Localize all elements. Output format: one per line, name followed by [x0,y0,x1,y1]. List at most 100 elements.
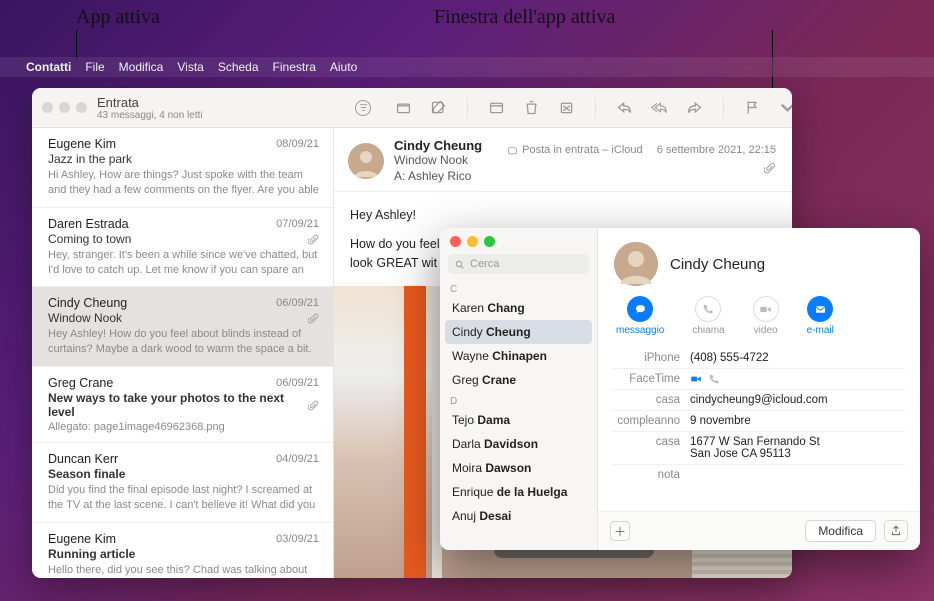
contact-list-item[interactable]: Greg Crane [440,368,597,392]
message-sender: Greg Crane [48,376,113,390]
field-label: nota [612,469,690,481]
reader-folder: Posta in entrata – iCloud [522,144,642,156]
message-subject: Running article [48,547,135,561]
message-subject: Jazz in the park [48,152,132,166]
share-button[interactable] [884,520,908,542]
attachment-icon[interactable] [764,162,776,174]
menu-modifica[interactable]: Modifica [119,60,164,74]
mail-inbox-subtitle: 43 messaggi, 4 non letti [97,110,203,121]
contact-list-item[interactable]: Enrique de la Huelga [440,480,597,504]
junk-icon[interactable] [558,99,575,116]
message-date: 08/09/21 [276,138,319,150]
callout-line-1 [76,30,77,60]
field-label: iPhone [612,352,690,364]
message-row[interactable]: Eugene Kim 03/09/21 Running article Hello t… [32,523,333,578]
message-sender: Eugene Kim [48,532,116,546]
contact-list-item[interactable]: Tejo Dama [440,408,597,432]
message-list[interactable]: Eugene Kim 08/09/21 Jazz in the park Hi Ash… [32,128,334,578]
window-minimize-icon[interactable] [59,102,70,113]
move-icon[interactable] [488,99,505,116]
message-row[interactable]: Eugene Kim08/09/21Jazz in the parkHi Ash… [32,128,333,208]
menu-vista[interactable]: Vista [177,60,203,74]
message-preview: Did you find the final episode last nigh… [48,483,319,513]
message-row[interactable]: Cindy Cheung 06/09/21 Window Nook Hey Ashle… [32,287,333,367]
mail-traffic-lights[interactable] [32,102,97,113]
message-sender: Duncan Kerr [48,452,118,466]
contact-field: compleanno9 novembre [612,411,906,432]
field-value: 9 novembre [690,415,751,427]
reader-to: Ashley Rico [408,169,471,183]
message-subject: Window Nook [48,311,122,325]
mail-inbox-title: Entrata [97,95,203,110]
contact-list-item[interactable]: Anuj Desai [440,504,597,528]
action-email[interactable]: e-mail [807,296,834,336]
message-preview: Hi Ashley, How are things? Just spoke wi… [48,168,319,198]
edit-button[interactable]: Modifica [805,520,876,542]
search-placeholder: Cerca [470,258,499,270]
reply-icon[interactable] [616,99,633,116]
window-minimize-icon[interactable] [467,236,478,247]
contacts-traffic-lights[interactable] [440,228,597,252]
contact-list-item[interactable]: Wayne Chinapen [440,344,597,368]
message-row[interactable]: Duncan Kerr04/09/21Season finaleDid you … [32,443,333,523]
callout-app-attiva: App attiva [76,6,160,29]
window-zoom-icon[interactable] [76,102,87,113]
message-date: 03/09/21 [276,533,319,545]
inbox-icon [507,145,518,156]
message-sender: Daren Estrada [48,217,129,231]
contact-list-item[interactable]: Darla Davidson [440,432,597,456]
callout-finestra-attiva: Finestra dell'app attiva [434,6,615,29]
action-message[interactable]: messaggio [616,296,664,336]
window-close-icon[interactable] [42,102,53,113]
contact-field: iPhone(408) 555-4722 [612,348,906,369]
window-zoom-icon[interactable] [484,236,495,247]
reader-date: 6 settembre 2021, 22:15 [657,144,776,156]
message-preview: Hello there, did you see this? Chad was … [48,563,319,578]
filter-icon[interactable] [355,100,371,116]
contact-field: FaceTime [612,369,906,390]
message-date: 06/09/21 [276,377,319,389]
menu-scheda[interactable]: Scheda [218,60,259,74]
contact-list-item[interactable]: Moira Dawson [440,456,597,480]
action-video[interactable]: video [753,296,779,336]
contact-section-header: D [440,392,597,408]
field-value: (408) 555-4722 [690,352,769,364]
action-call[interactable]: chiama [692,296,724,336]
contact-field: nota [612,465,906,485]
menu-file[interactable]: File [85,60,104,74]
phone-icon [702,303,714,315]
field-label: compleanno [612,415,690,427]
field-label: casa [612,436,690,460]
reader-body-line1: Hey Ashley! [350,206,776,225]
add-contact-button[interactable]: ＋ [610,521,630,541]
message-row[interactable]: Daren Estrada07/09/21Coming to townHey, … [32,208,333,288]
field-value: cindycheung9@icloud.com [690,394,828,406]
contacts-search-input[interactable]: Cerca [448,254,589,274]
message-subject: New ways to take your photos to the next… [48,391,308,419]
contact-field: casa1677 W San Fernando StSan Jose CA 95… [612,432,906,465]
message-preview: Hey Ashley! How do you feel about blinds… [48,327,319,357]
message-date: 04/09/21 [276,453,319,465]
email-icon [814,303,827,316]
menu-app-name[interactable]: Contatti [26,60,71,74]
message-sender: Cindy Cheung [48,296,127,310]
compose-icon[interactable] [430,99,447,116]
window-close-icon[interactable] [450,236,461,247]
flag-menu-icon[interactable] [779,99,792,116]
share-icon [890,525,902,537]
message-subject: Coming to town [48,232,131,246]
forward-icon[interactable] [686,99,703,116]
contact-list-item[interactable]: Cindy Cheung [445,320,592,344]
menu-bar[interactable]: Contatti File Modifica Vista Scheda Fine… [0,57,934,77]
contact-list-item[interactable]: Karen Chang [440,296,597,320]
archive-icon[interactable] [395,99,412,116]
message-row[interactable]: Greg Crane 06/09/21 New ways to take your … [32,367,333,443]
reader-subject: Window Nook [394,153,482,167]
message-date: 06/09/21 [276,297,319,309]
flag-icon[interactable] [744,99,761,116]
reply-all-icon[interactable] [651,99,668,116]
trash-icon[interactable] [523,99,540,116]
menu-aiuto[interactable]: Aiuto [330,60,357,74]
menu-finestra[interactable]: Finestra [273,60,316,74]
reader-from: Cindy Cheung [394,138,482,153]
